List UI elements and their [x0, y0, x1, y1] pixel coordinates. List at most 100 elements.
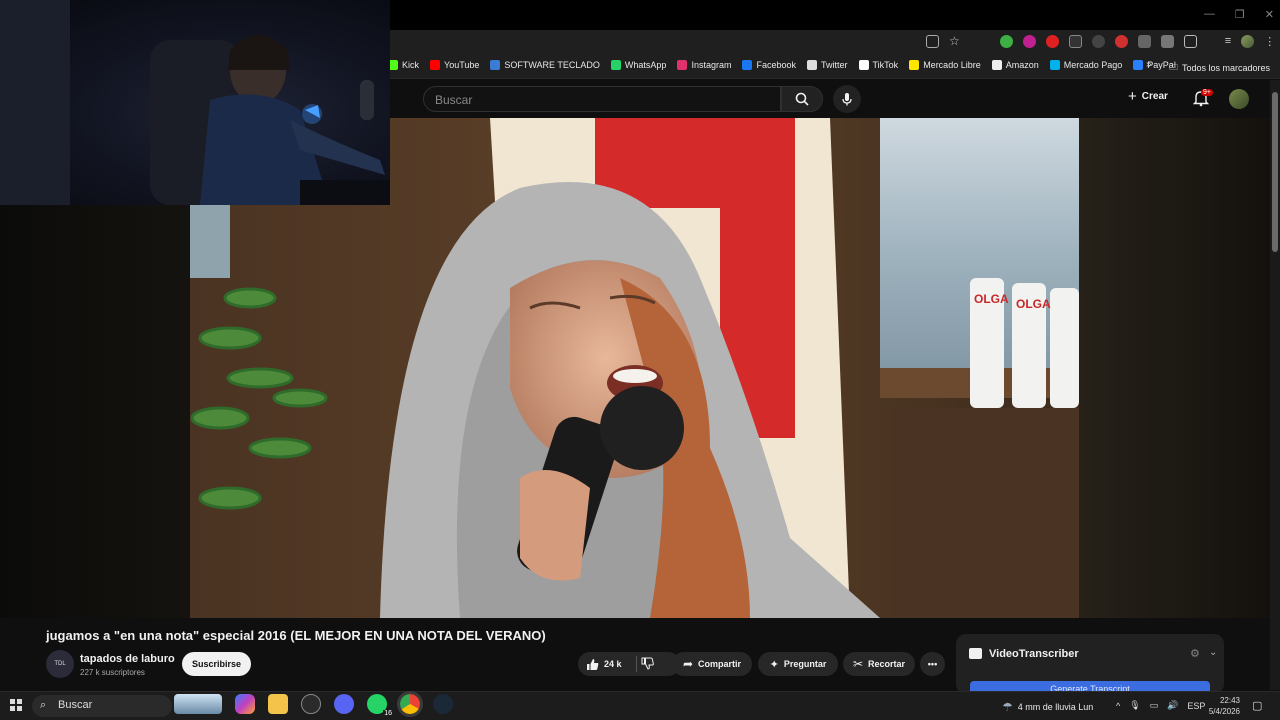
- extension-icon[interactable]: [1022, 34, 1036, 48]
- bookmark-favicon-icon: [1133, 60, 1144, 70]
- bookmark-label: Facebook: [756, 60, 796, 70]
- rain-cloud-icon: ☂: [1002, 700, 1013, 714]
- voice-search-button[interactable]: [833, 85, 861, 113]
- dislike-button[interactable]: [641, 657, 654, 672]
- bookmark-label: Instagram: [691, 60, 732, 70]
- transcriber-logo-icon: [969, 648, 982, 659]
- bookmark-favicon-icon: [858, 60, 869, 70]
- widgets-icon[interactable]: [174, 694, 222, 714]
- bookmark-item[interactable]: Facebook: [742, 60, 796, 70]
- bookmark-label: WhatsApp: [624, 60, 667, 70]
- bookmark-favicon-icon: [610, 60, 621, 70]
- chevron-up-icon[interactable]: ^: [1116, 701, 1120, 711]
- bookmark-favicon-icon: [991, 60, 1002, 70]
- network-icon[interactable]: ▭: [1150, 700, 1159, 711]
- extension-icon[interactable]: [1068, 34, 1082, 48]
- ask-button[interactable]: ✦ Preguntar: [758, 652, 838, 676]
- notification-count-badge: 9+: [1201, 89, 1213, 96]
- bookmark-item[interactable]: Amazon: [991, 60, 1039, 70]
- discord-icon[interactable]: [334, 694, 354, 714]
- share-arrow-icon: ➦: [682, 657, 694, 671]
- profile-avatar-icon[interactable]: [1241, 34, 1255, 48]
- star-icon[interactable]: ☆: [949, 34, 960, 48]
- extension-icon[interactable]: [1091, 34, 1105, 48]
- share-label: Compartir: [698, 659, 742, 669]
- extensions-puzzle-icon[interactable]: [1183, 34, 1197, 48]
- share-button[interactable]: ➦ Compartir: [672, 652, 752, 676]
- bookmark-label: SOFTWARE TECLADO: [504, 60, 600, 70]
- subscribe-button[interactable]: Suscribirse: [182, 652, 251, 676]
- video-title: jugamos a "en una nota" especial 2016 (E…: [46, 628, 546, 643]
- chrome-icon[interactable]: [397, 691, 423, 717]
- sparkle-icon: ✦: [769, 658, 779, 671]
- thumbs-down-icon: [641, 657, 654, 670]
- settings-gear-icon[interactable]: ⚙: [1190, 647, 1200, 660]
- microphone-icon[interactable]: 🎙: [1129, 700, 1140, 711]
- subscriber-count: 227 k suscriptores: [80, 668, 145, 677]
- extension-icons: ☆ ≡ ⋮: [926, 34, 1275, 48]
- extension-icon[interactable]: [1160, 34, 1174, 48]
- weather-widget[interactable]: ☂ 4 mm de lluvia Lun: [1002, 700, 1093, 714]
- like-dislike-divider: [636, 656, 637, 672]
- menu-kebab-icon[interactable]: ⋮: [1264, 35, 1275, 48]
- thumbs-up-icon: [587, 658, 599, 670]
- account-avatar[interactable]: [1229, 89, 1249, 109]
- bookmark-item[interactable]: Mercado Pago: [1049, 60, 1123, 70]
- windows-start-icon[interactable]: [10, 699, 22, 711]
- window-controls: — ❐ ✕: [1204, 8, 1274, 21]
- extension-icon[interactable]: [1137, 34, 1151, 48]
- clip-button[interactable]: ✂ Recortar: [843, 652, 915, 676]
- search-button[interactable]: [781, 86, 823, 112]
- bookmarks-more-icon[interactable]: »: [1146, 59, 1152, 70]
- extension-icon[interactable]: [1045, 34, 1059, 48]
- whatsapp-icon[interactable]: 16: [367, 694, 393, 717]
- bookmark-favicon-icon: [677, 60, 688, 70]
- bookmark-favicon-icon: [1049, 60, 1060, 70]
- volume-icon[interactable]: 🔊: [1167, 700, 1178, 711]
- weather-text: 4 mm de lluvia Lun: [1017, 702, 1094, 712]
- obs-icon[interactable]: [301, 694, 321, 714]
- bookmark-item[interactable]: Mercado Libre: [909, 60, 981, 70]
- bookmark-item[interactable]: Kick: [388, 60, 419, 70]
- channel-name[interactable]: tapados de laburo: [80, 653, 175, 665]
- close-icon[interactable]: ✕: [1265, 8, 1274, 21]
- ask-label: Preguntar: [783, 659, 827, 669]
- bookmark-label: Twitter: [821, 60, 848, 70]
- restore-icon[interactable]: ❐: [1235, 8, 1245, 21]
- install-icon[interactable]: [926, 34, 939, 48]
- bookmark-item[interactable]: Instagram: [677, 60, 731, 70]
- bookmark-item[interactable]: YouTube: [430, 60, 479, 70]
- webcam-overlay: [0, 0, 390, 205]
- chevron-down-icon[interactable]: ⌄: [1209, 647, 1217, 658]
- svg-text:OLGA: OLGA: [974, 292, 1009, 306]
- search-input[interactable]: Buscar: [423, 86, 781, 112]
- extension-icon[interactable]: [1114, 34, 1128, 48]
- bookmark-item[interactable]: SOFTWARE TECLADO: [490, 60, 600, 70]
- language-indicator[interactable]: ESP: [1187, 701, 1205, 711]
- media-control-icon[interactable]: ≡: [1225, 35, 1231, 47]
- all-bookmarks-label: Todos los marcadores: [1181, 63, 1270, 73]
- bookmark-item[interactable]: TikTok: [858, 60, 898, 70]
- scrollbar-thumb[interactable]: [1272, 92, 1278, 252]
- copilot-icon[interactable]: [235, 694, 255, 714]
- extension-icon[interactable]: [999, 34, 1013, 48]
- bookmark-item[interactable]: Twitter: [807, 60, 848, 70]
- bookmark-item[interactable]: WhatsApp: [610, 60, 667, 70]
- bookmark-favicon-icon: [430, 60, 441, 70]
- bookmark-label: Mercado Pago: [1063, 60, 1123, 70]
- taskbar-search-input[interactable]: Buscar: [32, 695, 172, 717]
- file-explorer-icon[interactable]: [268, 694, 288, 714]
- like-button[interactable]: 24 k: [578, 652, 680, 676]
- clip-label: Recortar: [868, 659, 906, 669]
- taskbar-clock[interactable]: 22:43 5/4/2026: [1204, 695, 1240, 717]
- channel-avatar[interactable]: TDL: [46, 650, 74, 678]
- bookmark-label: Amazon: [1005, 60, 1039, 70]
- bookmarks-list: Kick YouTube SOFTWARE TECLADO WhatsApp Insta…: [388, 60, 1176, 70]
- notifications-icon[interactable]: ▢: [1252, 699, 1262, 712]
- more-actions-button[interactable]: •••: [920, 652, 945, 676]
- steam-icon[interactable]: [433, 694, 453, 714]
- all-bookmarks-folder[interactable]: 🗀 Todos los marcadores: [1169, 60, 1270, 76]
- create-button[interactable]: + Crear: [1128, 88, 1168, 105]
- minimize-icon[interactable]: —: [1204, 8, 1215, 21]
- bookmark-favicon-icon: [807, 60, 817, 70]
